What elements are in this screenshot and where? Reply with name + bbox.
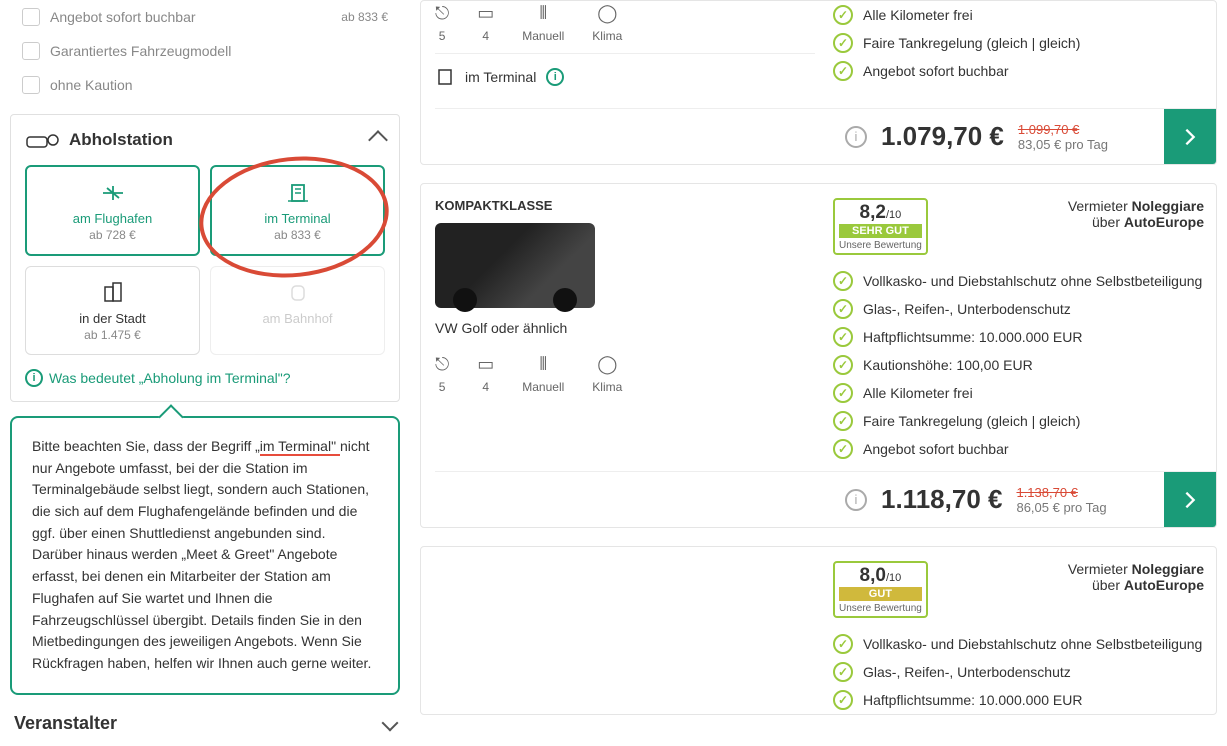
info-icon: i [25, 369, 43, 387]
transmission-icon: ⫴ [522, 352, 564, 376]
check-icon: ✓ [833, 271, 853, 291]
info-icon[interactable]: i [546, 68, 564, 86]
feature-list: ✓Vollkasko- und Diebstahlschutz ohne Sel… [833, 630, 1204, 714]
car-pin-icon [25, 129, 59, 151]
check-icon: ✓ [833, 411, 853, 431]
terminal-icon [435, 66, 455, 88]
ac-icon: ◯ [592, 352, 622, 376]
price-main: 1.118,70 € [881, 484, 1002, 515]
pickup-tile-city[interactable]: in der Stadt ab 1.475 € [25, 266, 200, 355]
filter-price: ab 833 € [341, 10, 388, 24]
check-icon: ✓ [833, 662, 853, 682]
offer-card: 8,0/10 GUT Unsere Bewertung Vermieter No… [420, 546, 1217, 715]
rating-badge: 8,2/10 SEHR GUT Unsere Bewertung [833, 198, 928, 255]
pickup-tile-terminal[interactable]: im Terminal ab 833 € [210, 165, 385, 256]
vehicle-category: KOMPAKTKLASSE [435, 198, 815, 213]
offer-card: KOMPAKTKLASSE VW Golf oder ähnlich ⎋5 ▭4… [420, 183, 1217, 528]
go-to-offer-button[interactable] [1164, 472, 1216, 527]
chevron-right-icon [1179, 126, 1201, 148]
vehicle-image [435, 223, 595, 308]
filter-no-deposit[interactable]: ohne Kaution [10, 68, 400, 102]
chevron-right-icon [1179, 489, 1201, 511]
seat-icon: ⎋ [435, 352, 449, 376]
price-info-icon[interactable]: i [845, 489, 867, 511]
offer-card: ⎋5 ▭4 ⫴Manuell ◯Klima im Terminal i ✓All… [420, 0, 1217, 165]
ac-icon: ◯ [592, 1, 622, 25]
veranstalter-section-toggle[interactable]: Veranstalter [10, 701, 400, 746]
checkbox-icon [22, 76, 40, 94]
filter-guaranteed-model[interactable]: Garantiertes Fahrzeugmodell [10, 34, 400, 68]
tooltip-highlight: im Terminal" [260, 438, 340, 456]
train-icon [219, 279, 376, 307]
chevron-down-icon [382, 715, 399, 732]
price-main: 1.079,70 € [881, 121, 1004, 152]
price-info-icon[interactable]: i [845, 126, 867, 148]
pickup-tile-airport[interactable]: am Flughafen ab 728 € [25, 165, 200, 256]
checkbox-icon [22, 8, 40, 26]
feature-list: ✓Alle Kilometer frei ✓Faire Tankregelung… [833, 1, 1204, 85]
filter-label: Garantiertes Fahrzeugmodell [50, 43, 231, 59]
transmission-icon: ⫴ [522, 1, 564, 25]
rating-badge: 8,0/10 GUT Unsere Bewertung [833, 561, 928, 618]
city-icon [34, 279, 191, 307]
check-icon: ✓ [833, 5, 853, 25]
check-icon: ✓ [833, 383, 853, 403]
terminal-icon [220, 179, 375, 207]
filter-label: Angebot sofort buchbar [50, 9, 196, 25]
check-icon: ✓ [833, 634, 853, 654]
pickup-tile-train: am Bahnhof [210, 266, 385, 355]
go-to-offer-button[interactable] [1164, 109, 1216, 164]
checkbox-icon [22, 42, 40, 60]
info-tooltip: Bitte beachten Sie, dass der Begriff „im… [10, 416, 400, 695]
feature-list: ✓Vollkasko- und Diebstahlschutz ohne Sel… [833, 267, 1204, 463]
filter-instant-bookable[interactable]: Angebot sofort buchbar ab 833 € [10, 0, 400, 34]
check-icon: ✓ [833, 299, 853, 319]
door-icon: ▭ [477, 352, 494, 376]
check-icon: ✓ [833, 439, 853, 459]
check-icon: ✓ [833, 33, 853, 53]
door-icon: ▭ [477, 1, 494, 25]
vendor-info: Vermieter Noleggiare über AutoEurope [1068, 198, 1204, 230]
filter-label: ohne Kaution [50, 77, 133, 93]
check-icon: ✓ [833, 690, 853, 710]
check-icon: ✓ [833, 327, 853, 347]
vehicle-name: VW Golf oder ähnlich [435, 320, 815, 336]
pickup-section: Abholstation am Flughafen ab 728 € im Te… [10, 114, 400, 402]
seat-icon: ⎋ [435, 1, 449, 25]
check-icon: ✓ [833, 61, 853, 81]
section-title: Abholstation [25, 129, 173, 151]
chevron-up-icon[interactable] [368, 130, 388, 150]
pickup-location-row: im Terminal i [435, 53, 815, 100]
pickup-info-link[interactable]: i Was bedeutet „Abholung im Terminal"? [25, 369, 385, 387]
airplane-icon [35, 179, 190, 207]
check-icon: ✓ [833, 355, 853, 375]
vendor-info: Vermieter Noleggiare über AutoEurope [1068, 561, 1204, 593]
